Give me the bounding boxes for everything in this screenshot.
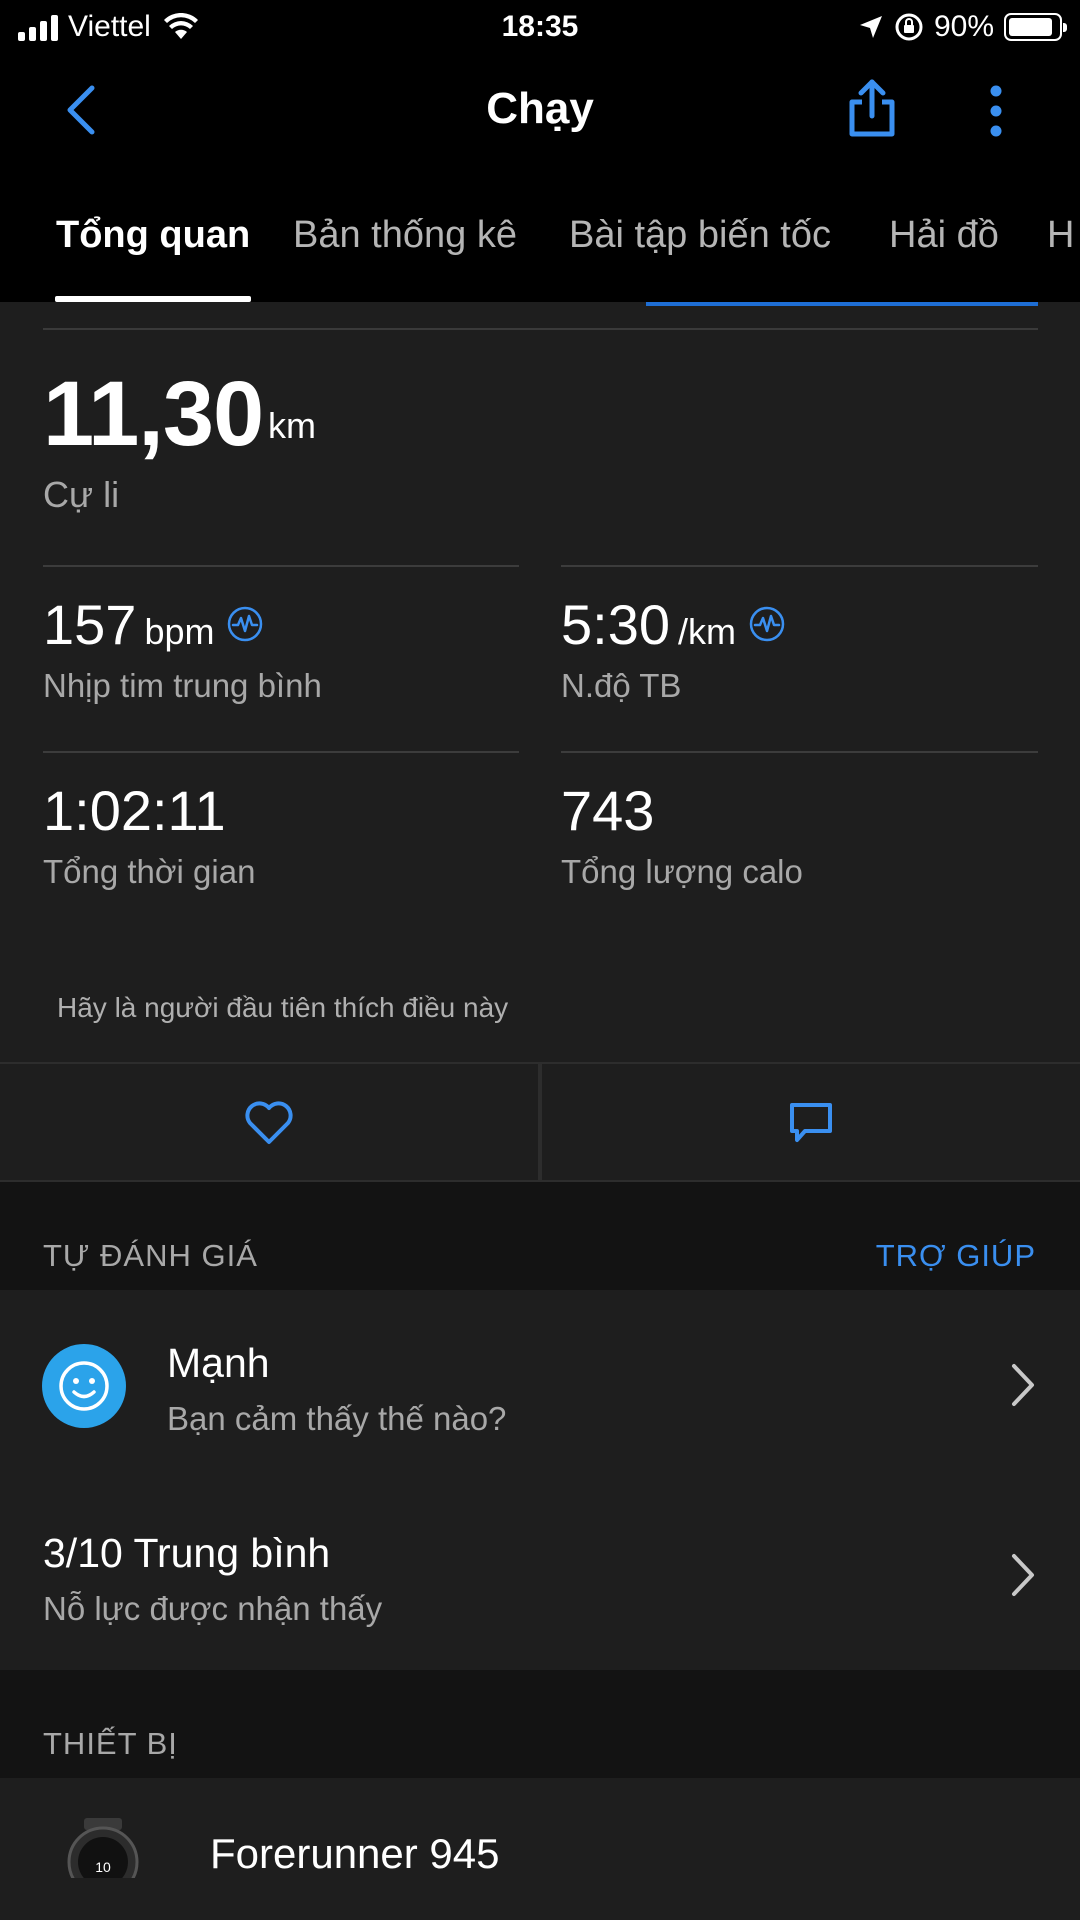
more-vertical-icon[interactable] [980, 84, 1012, 138]
orientation-lock-icon [895, 13, 923, 41]
battery-icon [1004, 13, 1067, 41]
section-title: TỰ ĐÁNH GIÁ [43, 1238, 258, 1273]
svg-text:10: 10 [95, 1859, 111, 1875]
section-title: THIẾT BỊ [43, 1726, 178, 1761]
distance-unit: km [268, 405, 316, 446]
page-title: Chạy [486, 84, 594, 133]
divider [561, 565, 1038, 567]
avg-heart-rate-unit: bpm [144, 611, 215, 652]
tab-overview[interactable]: Tổng quan [56, 214, 250, 257]
chevron-right-icon [1012, 1364, 1034, 1406]
battery-percent: 90% [933, 10, 994, 43]
heart-rate-sensor-icon [228, 606, 263, 642]
effort-row[interactable]: 3/10 Trung bình Nỗ lực được nhận thấy [0, 1480, 1080, 1670]
distance-label: Cự li [43, 474, 120, 515]
total-calories-value: 743 [561, 779, 655, 842]
comment-button[interactable] [542, 1064, 1080, 1182]
avg-heart-rate-label: Nhịp tim trung bình [43, 667, 322, 704]
map-card-edge [646, 302, 1038, 306]
like-prompt: Hãy là người đầu tiên thích điều này [57, 992, 509, 1023]
tab-statistics[interactable]: Bản thống kê [293, 214, 517, 257]
location-arrow-icon [859, 16, 882, 38]
self-evaluation-header: TỰ ĐÁNH GIÁ TRỢ GIÚP [0, 1182, 1080, 1290]
feeling-subtitle: Bạn cảm thấy thế nào? [167, 1400, 507, 1437]
avg-heart-rate-value: 157 [43, 593, 137, 656]
divider [43, 751, 519, 753]
device-header: THIẾT BỊ [0, 1670, 1080, 1778]
divider [43, 565, 519, 567]
divider [561, 751, 1038, 753]
smiley-face-icon [42, 1344, 126, 1428]
comment-icon [790, 1103, 832, 1142]
status-bar: Viettel 18:35 90% [0, 0, 1080, 56]
distance-value: 11,30 [43, 363, 264, 465]
heart-rate-sensor-icon [749, 606, 785, 642]
effort-subtitle: Nỗ lực được nhận thấy [43, 1590, 383, 1627]
tab-next-partial[interactable]: H [1047, 214, 1074, 257]
share-icon[interactable] [844, 76, 900, 140]
device-row[interactable]: 10 Forerunner 945 [0, 1778, 1080, 1920]
overview-content: 11,30 km Cự li 157 bpm Nhịp tim trung bìn… [0, 302, 1080, 1920]
feeling-row[interactable]: Mạnh Bạn cảm thấy thế nào? [0, 1290, 1080, 1480]
like-button[interactable] [0, 1064, 538, 1182]
total-time-value: 1:02:11 [43, 779, 226, 842]
total-calories-label: Tổng lượng calo [561, 853, 803, 890]
nav-bar: Chạy [0, 56, 1080, 164]
divider [43, 328, 1038, 330]
tab-map[interactable]: Hải đồ [889, 214, 999, 257]
battery-fill [1009, 18, 1053, 36]
avg-pace-label: N.độ TB [561, 667, 682, 704]
tab-intervals[interactable]: Bài tập biến tốc [569, 214, 831, 257]
chevron-right-icon [1012, 1554, 1034, 1596]
status-right: 90% [858, 10, 1067, 44]
tab-bar: Tổng quan Bản thống kê Bài tập biến tốc … [0, 164, 1080, 302]
help-link[interactable]: TRỢ GIÚP [876, 1238, 1036, 1274]
total-time-label: Tổng thời gian [43, 853, 256, 890]
avg-pace-value: 5:30 [561, 593, 670, 656]
avg-pace-unit: /km [678, 611, 736, 652]
feeling-title: Mạnh [167, 1340, 270, 1386]
heart-icon [245, 1101, 293, 1144]
avg-pace: 5:30/km [561, 592, 786, 657]
effort-title: 3/10 Trung bình [43, 1530, 331, 1576]
social-actions [0, 1062, 1080, 1182]
avg-heart-rate: 157 bpm [43, 592, 264, 657]
watch-icon: 10 [67, 1818, 139, 1878]
device-name: Forerunner 945 [210, 1830, 500, 1877]
